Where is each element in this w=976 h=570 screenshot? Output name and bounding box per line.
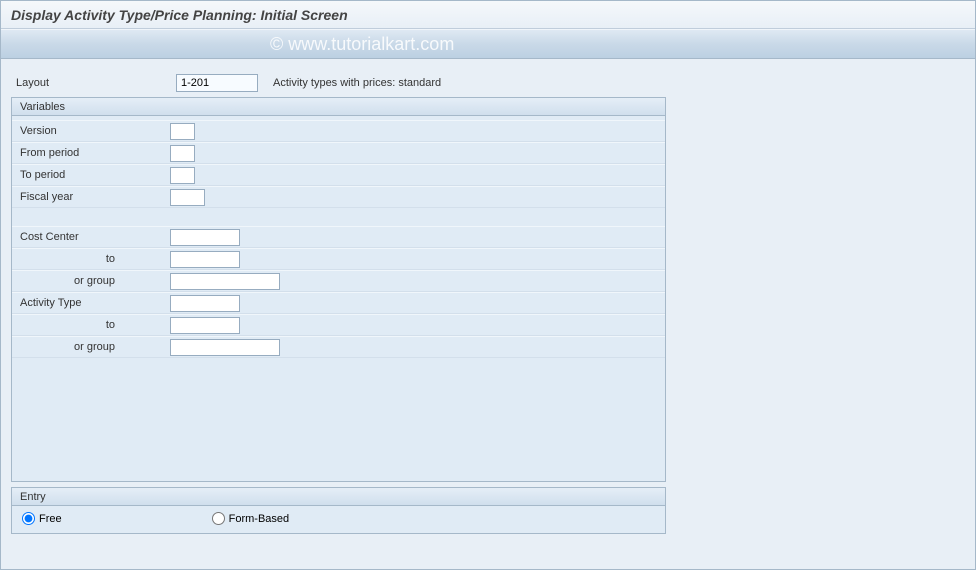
layout-row: Layout Activity types with prices: stand… (11, 74, 965, 92)
content-area: Layout Activity types with prices: stand… (1, 59, 975, 544)
cost-center-row: Cost Center (12, 226, 665, 248)
fiscal-year-row: Fiscal year (12, 186, 665, 208)
cost-center-group-label: or group (12, 275, 170, 287)
activity-type-label: Activity Type (12, 297, 170, 309)
from-period-label: From period (12, 147, 170, 159)
toolbar (1, 29, 975, 59)
cost-center-group-input[interactable] (170, 273, 280, 290)
to-period-row: To period (12, 164, 665, 186)
from-period-input[interactable] (170, 145, 195, 162)
variables-panel-body: Version From period To period Fiscal yea… (12, 116, 665, 358)
entry-form-based-label: Form-Based (229, 513, 290, 525)
cost-center-label: Cost Center (12, 231, 170, 243)
main-window: Display Activity Type/Price Planning: In… (0, 0, 976, 570)
entry-form-based-option: Form-Based (212, 512, 290, 525)
variables-panel: Variables Version From period To period … (11, 97, 666, 482)
entry-form-based-radio[interactable] (212, 512, 225, 525)
activity-type-row: Activity Type (12, 292, 665, 314)
spacer (12, 208, 665, 226)
version-label: Version (12, 125, 170, 137)
entry-free-radio[interactable] (22, 512, 35, 525)
to-period-input[interactable] (170, 167, 195, 184)
cost-center-to-row: to (12, 248, 665, 270)
cost-center-to-input[interactable] (170, 251, 240, 268)
activity-type-group-row: or group (12, 336, 665, 358)
version-input[interactable] (170, 123, 195, 140)
to-period-label: To period (12, 169, 170, 181)
entry-panel-header: Entry (12, 488, 665, 506)
activity-type-to-input[interactable] (170, 317, 240, 334)
activity-type-to-row: to (12, 314, 665, 336)
cost-center-to-label: to (12, 253, 170, 265)
from-period-row: From period (12, 142, 665, 164)
layout-label: Layout (11, 77, 176, 89)
layout-description: Activity types with prices: standard (273, 77, 441, 89)
activity-type-input[interactable] (170, 295, 240, 312)
activity-type-group-label: or group (12, 341, 170, 353)
entry-free-label: Free (39, 513, 62, 525)
layout-input[interactable] (176, 74, 258, 92)
activity-type-group-input[interactable] (170, 339, 280, 356)
fiscal-year-label: Fiscal year (12, 191, 170, 203)
variables-panel-header: Variables (12, 98, 665, 116)
cost-center-input[interactable] (170, 229, 240, 246)
title-bar: Display Activity Type/Price Planning: In… (1, 1, 975, 29)
page-title: Display Activity Type/Price Planning: In… (11, 7, 348, 23)
version-row: Version (12, 120, 665, 142)
fiscal-year-input[interactable] (170, 189, 205, 206)
entry-panel-body: Free Form-Based (12, 506, 665, 533)
entry-free-option: Free (22, 512, 62, 525)
activity-type-to-label: to (12, 319, 170, 331)
cost-center-group-row: or group (12, 270, 665, 292)
entry-panel: Entry Free Form-Based (11, 487, 666, 534)
